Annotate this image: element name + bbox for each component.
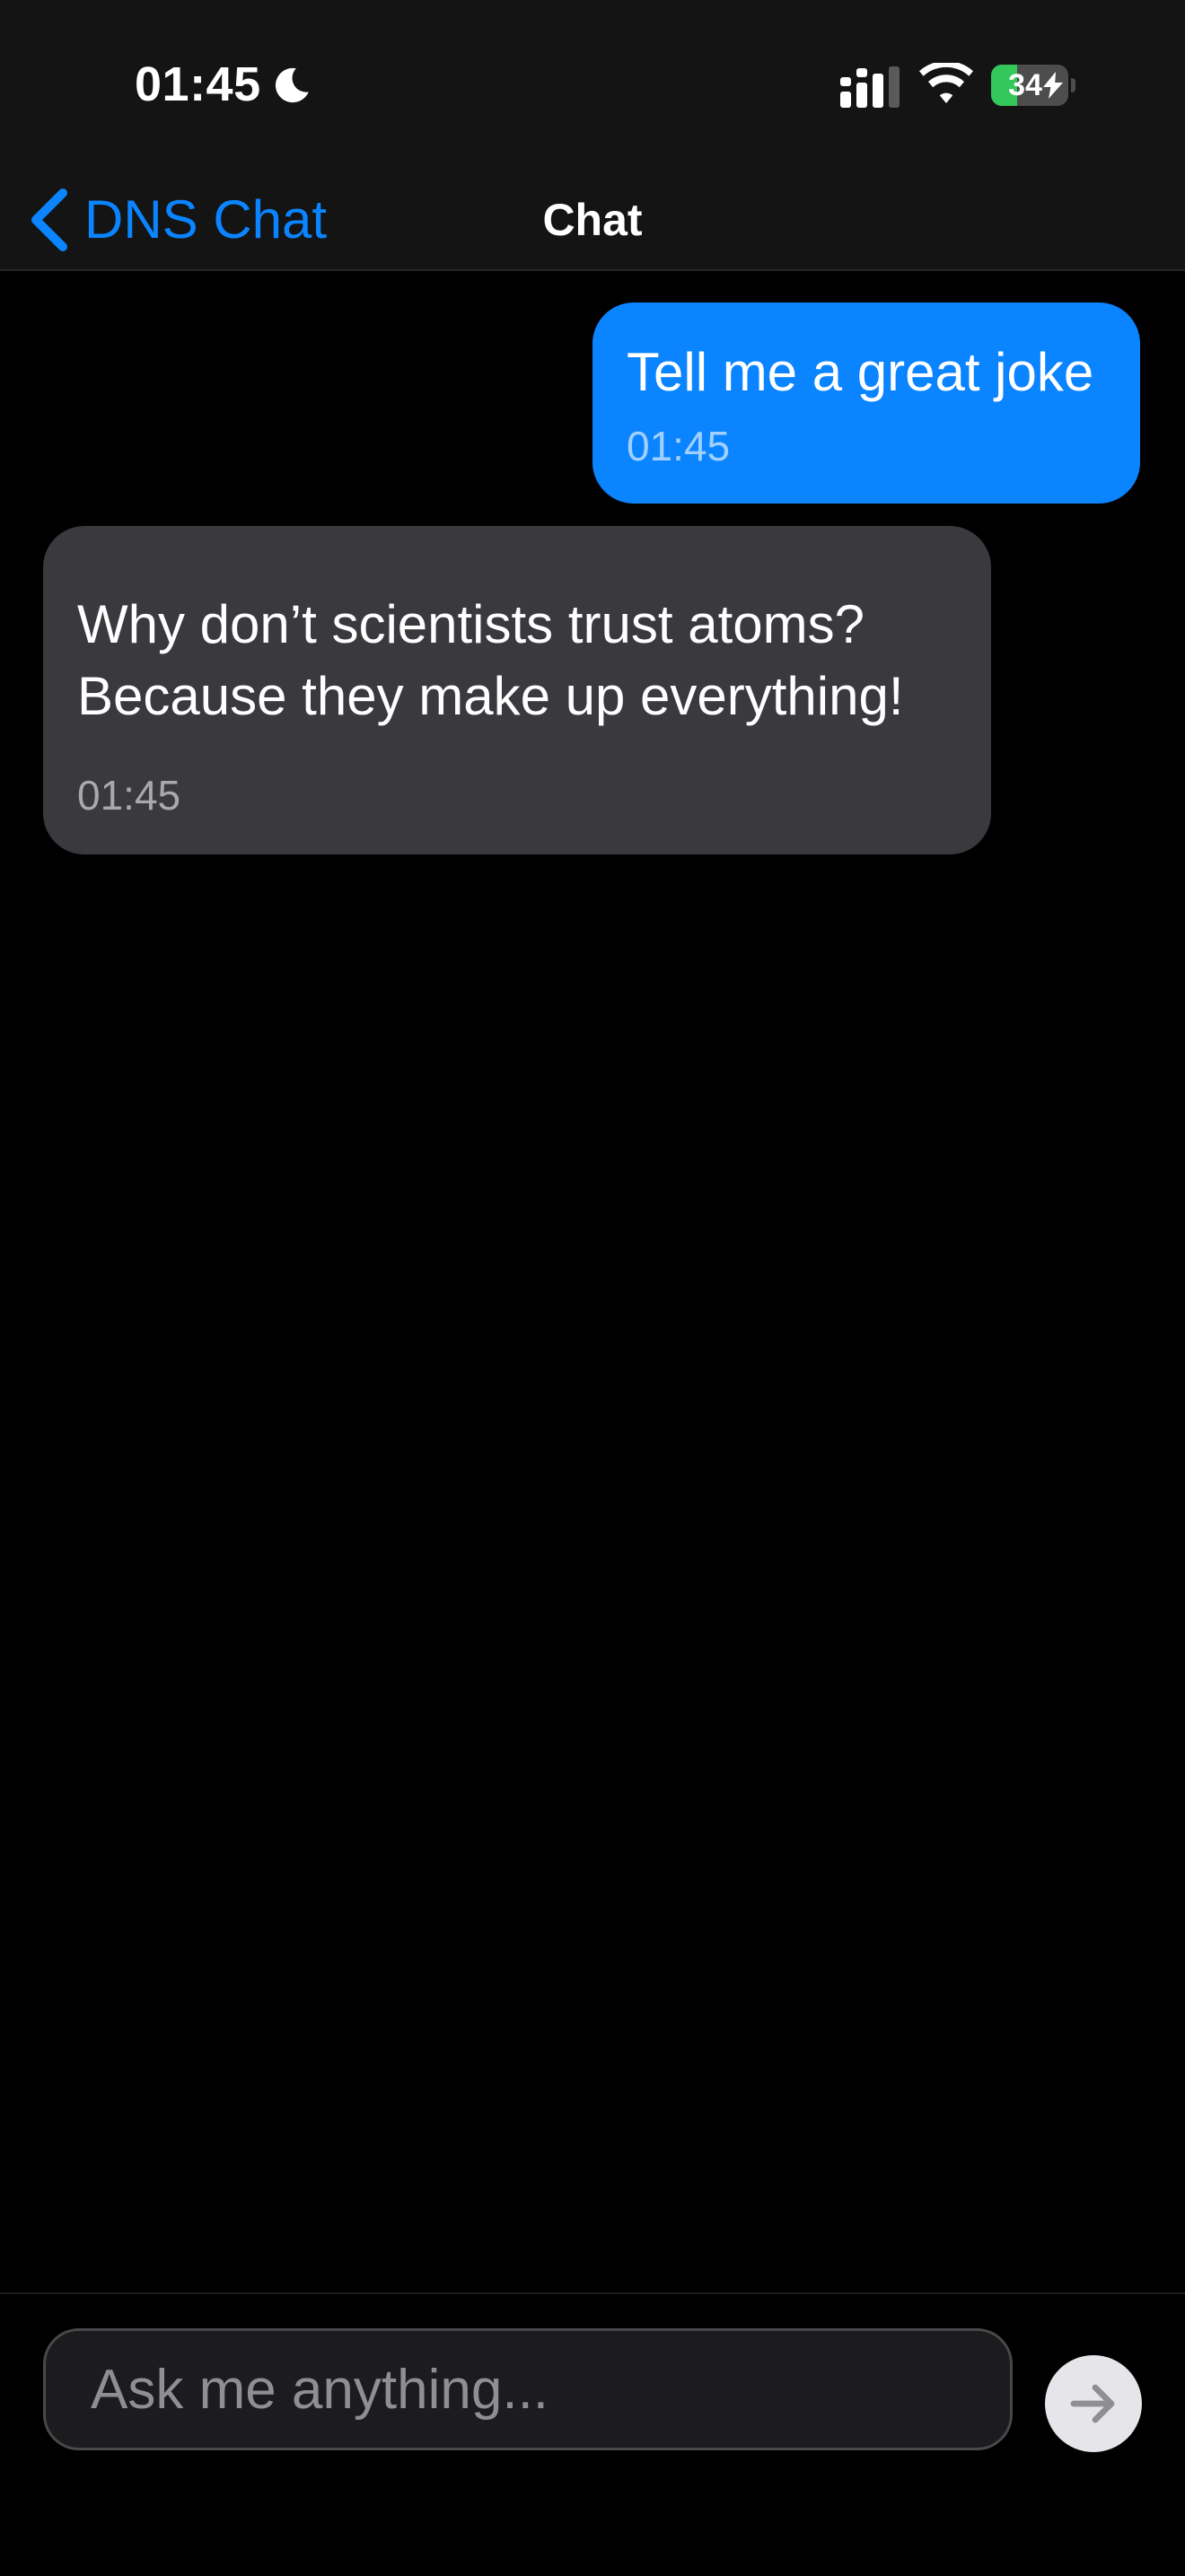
page-title: Chat — [542, 195, 643, 245]
arrow-right-icon — [1070, 2384, 1115, 2423]
signal-icon — [840, 66, 900, 108]
battery-cap — [1071, 78, 1075, 92]
composer-bar — [0, 2292, 1185, 2576]
charging-icon — [1043, 72, 1063, 99]
send-button[interactable] — [1045, 2355, 1142, 2452]
wifi-icon — [919, 63, 973, 103]
message-text: Why don’t scientists trust atoms? Becaus… — [77, 594, 904, 726]
message-timestamp: 01:45 — [627, 423, 731, 469]
moon-icon — [275, 67, 309, 103]
back-label: DNS Chat — [84, 189, 328, 250]
status-bar: 01:45 34 — [0, 0, 1185, 171]
assistant-message-bubble: Why don’t scientists trust atoms? Becaus… — [43, 526, 991, 854]
chevron-left-icon — [31, 188, 67, 251]
user-message-bubble: Tell me a great joke 01:45 — [592, 302, 1140, 504]
message-input[interactable] — [43, 2328, 1013, 2450]
message-timestamp: 01:45 — [77, 772, 181, 819]
message-text: Tell me a great joke — [627, 342, 1094, 402]
back-button[interactable]: DNS Chat — [27, 171, 327, 269]
battery-body: 34 — [991, 65, 1068, 106]
status-time: 01:45 — [135, 57, 261, 111]
battery-indicator: 34 — [991, 65, 1075, 106]
nav-bar: DNS Chat Chat — [0, 171, 1185, 271]
